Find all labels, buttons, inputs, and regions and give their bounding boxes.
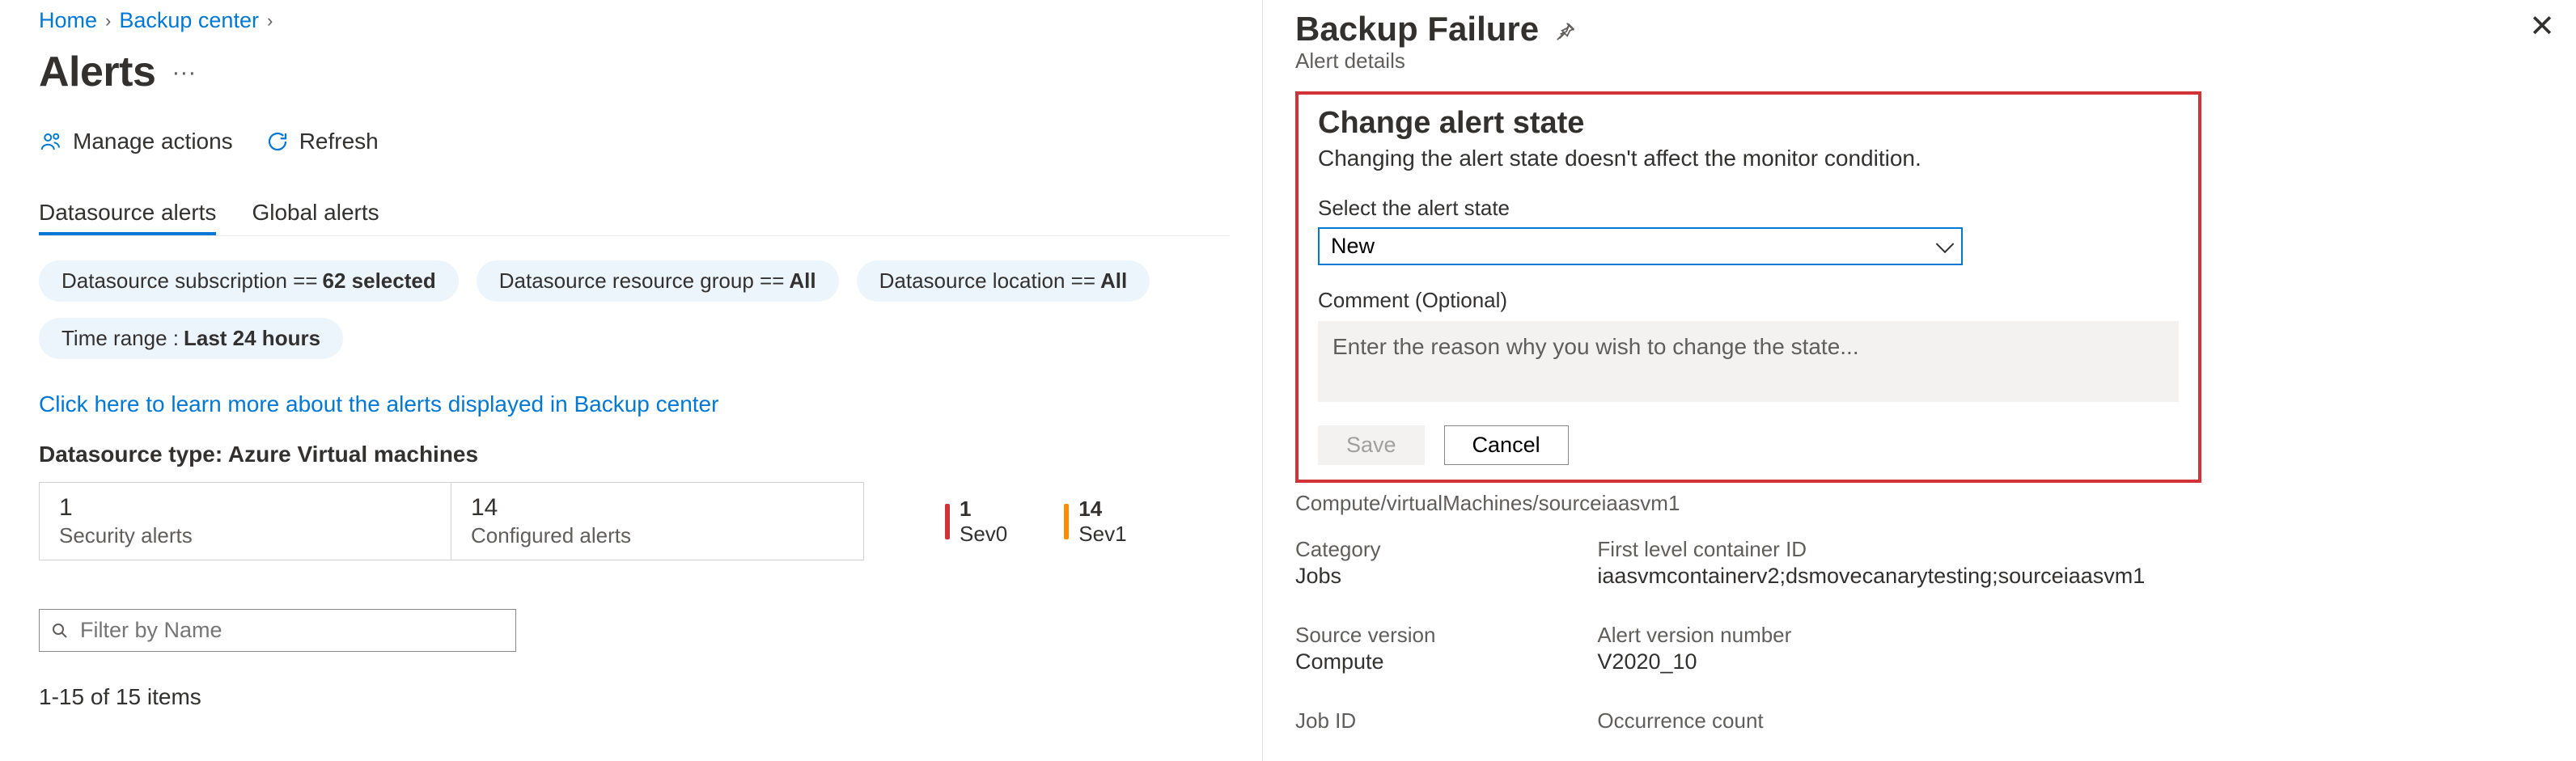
meta-occurrence-count: Occurrence count xyxy=(1597,708,2145,734)
manage-actions-button[interactable]: Manage actions xyxy=(39,129,233,154)
sev1-count: 14 xyxy=(1078,497,1126,522)
chevron-right-icon: › xyxy=(105,11,111,32)
filter-input-wrap xyxy=(39,609,516,652)
sev0-count: 1 xyxy=(960,497,1007,522)
sev0-bar-icon xyxy=(945,504,950,539)
tab-datasource-alerts[interactable]: Datasource alerts xyxy=(39,200,216,235)
refresh-icon xyxy=(265,129,290,154)
refresh-button[interactable]: Refresh xyxy=(265,129,379,154)
meta-first-level-container: First level container ID iaasvmcontainer… xyxy=(1597,537,2145,589)
sev1-bar-icon xyxy=(1064,504,1069,539)
security-alerts-count: 1 xyxy=(59,494,431,522)
resource-path-fragment: Compute/virtualMachines/sourceiaasvm1 xyxy=(1295,491,2552,516)
select-state-label: Select the alert state xyxy=(1318,196,2179,221)
breadcrumb-backup-center[interactable]: Backup center xyxy=(119,8,259,33)
detail-meta-grid: Category Jobs Source version Compute Job… xyxy=(1295,537,2552,734)
page-title: Alerts xyxy=(39,48,155,96)
meta-source-version: Source version Compute xyxy=(1295,623,1435,674)
filter-subscription[interactable]: Datasource subscription == 62 selected xyxy=(39,260,459,302)
meta-category: Category Jobs xyxy=(1295,537,1435,589)
detail-header: Backup Failure Alert details xyxy=(1295,10,2552,74)
alert-state-select-wrap xyxy=(1318,227,1963,265)
summary-card-row: 1 Security alerts 14 Configured alerts 1… xyxy=(39,482,1230,560)
configured-alerts-label: Configured alerts xyxy=(471,523,844,548)
filter-location[interactable]: Datasource location == All xyxy=(857,260,1150,302)
close-icon[interactable]: ✕ xyxy=(2529,8,2555,44)
sev1-label: Sev1 xyxy=(1078,522,1126,547)
sev0-block[interactable]: 1 Sev0 xyxy=(945,482,1007,560)
breadcrumb: Home › Backup center › xyxy=(39,8,1230,33)
configured-alerts-count: 14 xyxy=(471,494,844,522)
pin-icon[interactable] xyxy=(1555,21,1576,42)
sev0-label: Sev0 xyxy=(960,522,1007,547)
breadcrumb-home[interactable]: Home xyxy=(39,8,97,33)
chevron-right-icon: › xyxy=(267,11,273,32)
meta-col-right: First level container ID iaasvmcontainer… xyxy=(1597,537,2145,734)
filter-time-range[interactable]: Time range : Last 24 hours xyxy=(39,318,343,359)
filter-resource-group[interactable]: Datasource resource group == All xyxy=(477,260,839,302)
cancel-button[interactable]: Cancel xyxy=(1444,425,1569,465)
result-count: 1-15 of 15 items xyxy=(39,684,1230,710)
button-row: Save Cancel xyxy=(1318,425,2179,465)
configured-alerts-card[interactable]: 14 Configured alerts xyxy=(451,482,864,560)
filter-by-name-input[interactable] xyxy=(39,609,516,652)
people-icon xyxy=(39,129,63,154)
learn-more-link[interactable]: Click here to learn more about the alert… xyxy=(39,391,718,417)
change-alert-state-box: Change alert state Changing the alert st… xyxy=(1295,91,2201,483)
action-bar: Manage actions Refresh xyxy=(39,129,1230,154)
tab-global-alerts[interactable]: Global alerts xyxy=(252,200,379,235)
manage-actions-label: Manage actions xyxy=(73,129,233,154)
comment-input[interactable] xyxy=(1318,321,2179,402)
change-state-desc: Changing the alert state doesn't affect … xyxy=(1318,146,2179,171)
alert-detail-pane: ✕ Backup Failure Alert details Change al… xyxy=(1262,0,2576,761)
comment-label: Comment (Optional) xyxy=(1318,288,2179,313)
meta-col-left: Category Jobs Source version Compute Job… xyxy=(1295,537,1435,734)
alerts-main-pane: Home › Backup center › Alerts ··· Manage… xyxy=(0,0,1262,761)
more-icon[interactable]: ··· xyxy=(172,66,196,78)
sev1-block[interactable]: 14 Sev1 xyxy=(1064,482,1126,560)
refresh-label: Refresh xyxy=(299,129,379,154)
filter-pill-row: Datasource subscription == 62 selected D… xyxy=(39,260,1230,302)
detail-subtitle: Alert details xyxy=(1295,49,1539,74)
tabs: Datasource alerts Global alerts xyxy=(39,200,1230,236)
security-alerts-card[interactable]: 1 Security alerts xyxy=(39,482,451,560)
datasource-type-heading: Datasource type: Azure Virtual machines xyxy=(39,442,1230,467)
filter-pill-row-2: Time range : Last 24 hours xyxy=(39,318,1230,359)
search-icon xyxy=(50,621,70,641)
detail-title: Backup Failure xyxy=(1295,10,1539,49)
save-button[interactable]: Save xyxy=(1318,425,1425,465)
page-title-row: Alerts ··· xyxy=(39,48,1230,96)
meta-alert-version: Alert version number V2020_10 xyxy=(1597,623,2145,674)
security-alerts-label: Security alerts xyxy=(59,523,431,548)
meta-job-id: Job ID xyxy=(1295,708,1435,734)
change-state-title: Change alert state xyxy=(1318,106,2179,141)
alert-state-select[interactable] xyxy=(1318,227,1963,265)
